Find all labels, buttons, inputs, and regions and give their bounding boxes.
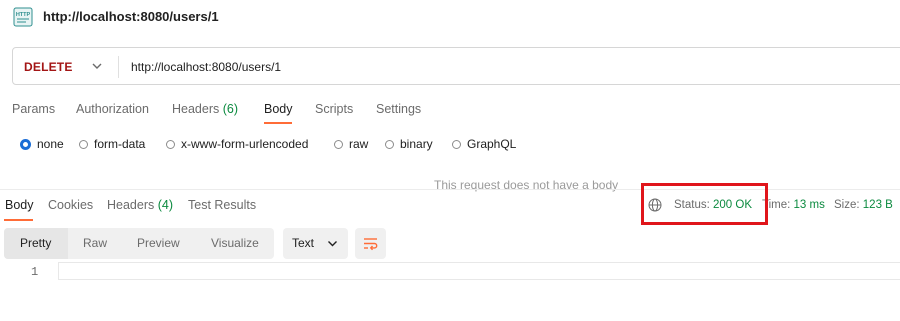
- chevron-down-icon[interactable]: [91, 61, 103, 71]
- response-tab-headers[interactable]: Headers (4): [107, 198, 173, 212]
- response-size[interactable]: Size: 123 B: [834, 199, 893, 211]
- radio-selected-icon: [20, 138, 31, 150]
- radio-label: raw: [349, 137, 369, 151]
- url-bar: DELETE http://localhost:8080/users/1: [12, 47, 900, 85]
- chevron-down-icon: [328, 241, 337, 247]
- view-preview-button[interactable]: Preview: [137, 236, 180, 250]
- line-number: 1: [31, 265, 39, 279]
- radio-icon: [452, 139, 461, 149]
- radio-icon: [79, 139, 88, 149]
- status-highlight-box: [641, 183, 768, 225]
- wrap-lines-button[interactable]: [355, 228, 386, 259]
- response-editor-line[interactable]: [58, 262, 900, 280]
- size-label: Size:: [834, 199, 860, 211]
- tab-settings[interactable]: Settings: [376, 102, 421, 116]
- time-value: 13 ms: [793, 199, 825, 211]
- headers-count: (6): [222, 102, 239, 116]
- radio-graphql[interactable]: GraphQL: [452, 137, 516, 151]
- active-tab-indicator: [264, 122, 292, 124]
- response-tab-body[interactable]: Body: [5, 198, 34, 212]
- size-value: 123 B: [862, 199, 893, 211]
- tab-headers-label: Headers: [172, 102, 220, 116]
- radio-form-data[interactable]: form-data: [79, 137, 145, 151]
- tab-scripts[interactable]: Scripts: [315, 102, 353, 116]
- active-response-tab-indicator: [4, 219, 33, 221]
- radio-raw[interactable]: raw: [334, 137, 368, 151]
- view-pretty-button[interactable]: Pretty: [20, 236, 51, 250]
- tab-params[interactable]: Params: [12, 102, 55, 116]
- radio-icon: [385, 139, 394, 149]
- radio-binary[interactable]: binary: [385, 137, 433, 151]
- divider: [118, 56, 119, 78]
- wrap-lines-icon: [364, 238, 378, 251]
- format-label: Text: [292, 236, 315, 250]
- http-file-icon: HTTP: [13, 7, 33, 27]
- request-title: http://localhost:8080/users/1: [43, 9, 219, 24]
- svg-text:HTTP: HTTP: [16, 12, 31, 18]
- radio-label: form-data: [94, 137, 146, 151]
- tab-authorization[interactable]: Authorization: [76, 102, 149, 116]
- radio-icon: [166, 139, 175, 149]
- format-select[interactable]: Text: [283, 228, 348, 259]
- radio-label: x-www-form-urlencoded: [181, 137, 309, 151]
- response-tab-headers-label: Headers: [107, 198, 155, 212]
- response-tab-cookies[interactable]: Cookies: [48, 198, 93, 212]
- radio-label: binary: [400, 137, 433, 151]
- radio-label: GraphQL: [467, 137, 517, 151]
- response-headers-count: (4): [157, 198, 174, 212]
- view-mode-group: Pretty Raw Preview Visualize: [4, 228, 274, 259]
- response-tab-test-results[interactable]: Test Results: [188, 198, 256, 212]
- radio-icon: [334, 139, 343, 149]
- url-input[interactable]: http://localhost:8080/users/1: [131, 60, 281, 74]
- radio-x-www-form-urlencoded[interactable]: x-www-form-urlencoded: [166, 137, 308, 151]
- view-raw-button[interactable]: Raw: [83, 236, 107, 250]
- view-visualize-button[interactable]: Visualize: [211, 236, 259, 250]
- radio-label: none: [37, 137, 64, 151]
- response-time[interactable]: Time: 13 ms: [762, 199, 825, 211]
- radio-none[interactable]: none: [20, 137, 64, 151]
- tab-body[interactable]: Body: [264, 102, 293, 116]
- method-select[interactable]: DELETE: [24, 60, 73, 74]
- tab-headers[interactable]: Headers (6): [172, 102, 238, 116]
